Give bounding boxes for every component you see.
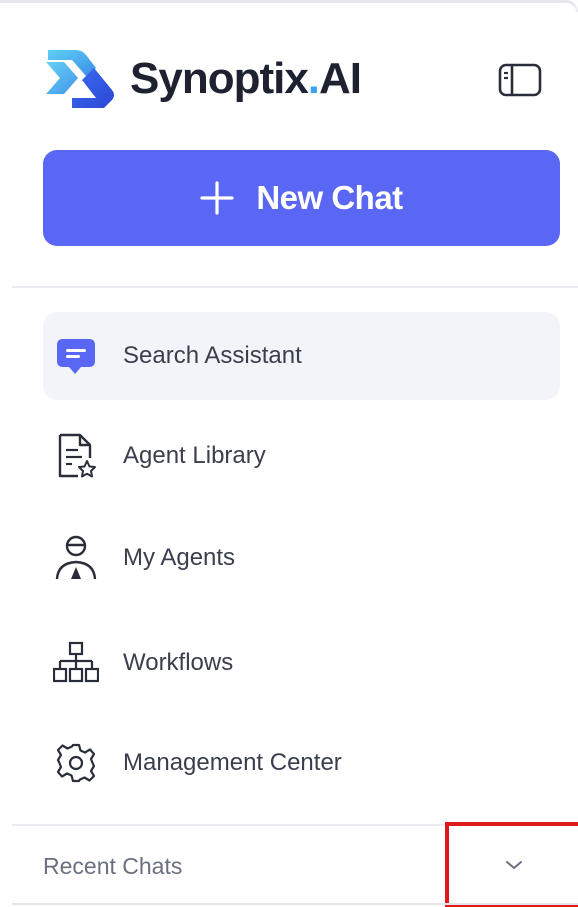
nav-item-management-center[interactable]: Management Center [43,719,560,807]
new-chat-button[interactable]: New Chat [43,150,560,246]
nav-item-label: Workflows [123,649,234,676]
gear-icon [53,738,99,788]
document-star-icon [53,431,99,481]
recent-chats-label: Recent Chats [43,852,183,879]
nav-item-label: Management Center [123,749,342,776]
brand-name-dot: . [307,54,320,103]
nav-item-search-assistant[interactable]: Search Assistant [43,312,560,400]
nav-item-label: Search Assistant [123,342,302,369]
workflow-tree-icon [53,638,99,688]
synoptix-logo-icon [46,50,114,108]
nav-item-label: My Agents [123,544,236,571]
plus-icon [200,181,234,215]
brand-name: Synoptix.AI [130,54,362,104]
nav-item-label: Agent Library [123,442,266,469]
nav-item-workflows[interactable]: Workflows [43,619,560,707]
chevron-down-icon [505,860,522,869]
divider [12,286,578,288]
brand-name-suffix: AI [319,54,362,103]
recent-chats-toggle[interactable] [445,822,578,907]
sidebar-toggle-icon [498,63,542,97]
brand[interactable]: Synoptix.AI [42,46,362,112]
sidebar-top-edge [0,0,578,12]
nav-item-my-agents[interactable]: My Agents [43,514,560,602]
chat-bubble-icon [53,331,99,381]
divider [12,903,578,905]
collapse-sidebar-button[interactable] [496,60,544,100]
sidebar: Synoptix.AI New Chat Search Assistant Ag… [0,0,578,907]
new-chat-label: New Chat [256,179,403,216]
agent-person-icon [53,533,99,583]
brand-name-main: Synoptix [130,54,309,103]
nav-item-agent-library[interactable]: Agent Library [43,412,560,500]
